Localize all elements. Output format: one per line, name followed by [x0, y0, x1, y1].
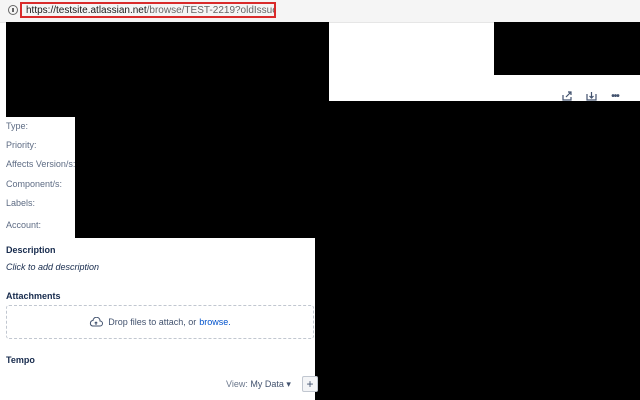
field-label-component: Component/s: [6, 179, 63, 189]
field-label-affects-version: Affects Version/s: [6, 159, 76, 169]
more-actions-button[interactable]: ••• [607, 89, 623, 103]
tempo-title: Tempo [6, 355, 35, 365]
redacted-right-panel [315, 101, 640, 400]
description-title: Description [6, 245, 56, 255]
cloud-upload-icon [90, 317, 104, 327]
chevron-down-icon: ▾ [286, 379, 291, 389]
url-path: /browse/TEST-2219?oldIssueView=true [146, 4, 276, 16]
attachments-title: Attachments [6, 291, 61, 301]
add-button[interactable]: + [302, 376, 318, 392]
view-selector[interactable]: View: My Data ▾ [226, 379, 291, 390]
share-button[interactable] [559, 89, 575, 103]
attachment-dropzone[interactable]: Drop files to attach, or browse. [6, 305, 314, 339]
share-icon [561, 91, 572, 101]
dropzone-text: Drop files to attach, or [108, 317, 197, 327]
browse-link[interactable]: browse. [199, 317, 231, 327]
redacted-header-area [6, 22, 329, 117]
field-label-priority: Priority: [6, 140, 37, 150]
export-icon [585, 92, 597, 101]
url-host: https://testsite.atlassian.net [26, 4, 147, 16]
redacted-top-right-area [494, 22, 640, 75]
view-label: View: [226, 379, 248, 389]
browser-url-bar: https://testsite.atlassian.net/browse/TE… [0, 0, 640, 23]
url-input[interactable]: https://testsite.atlassian.net/browse/TE… [20, 2, 276, 18]
field-label-type: Type: [6, 121, 29, 131]
site-info-icon[interactable] [8, 5, 18, 15]
redacted-field-values [75, 117, 329, 238]
field-label-labels: Labels: [6, 198, 36, 208]
view-value: My Data [250, 379, 284, 389]
description-placeholder[interactable]: Click to add description [6, 262, 99, 272]
export-button[interactable] [583, 89, 599, 103]
field-label-account: Account: [6, 220, 42, 230]
